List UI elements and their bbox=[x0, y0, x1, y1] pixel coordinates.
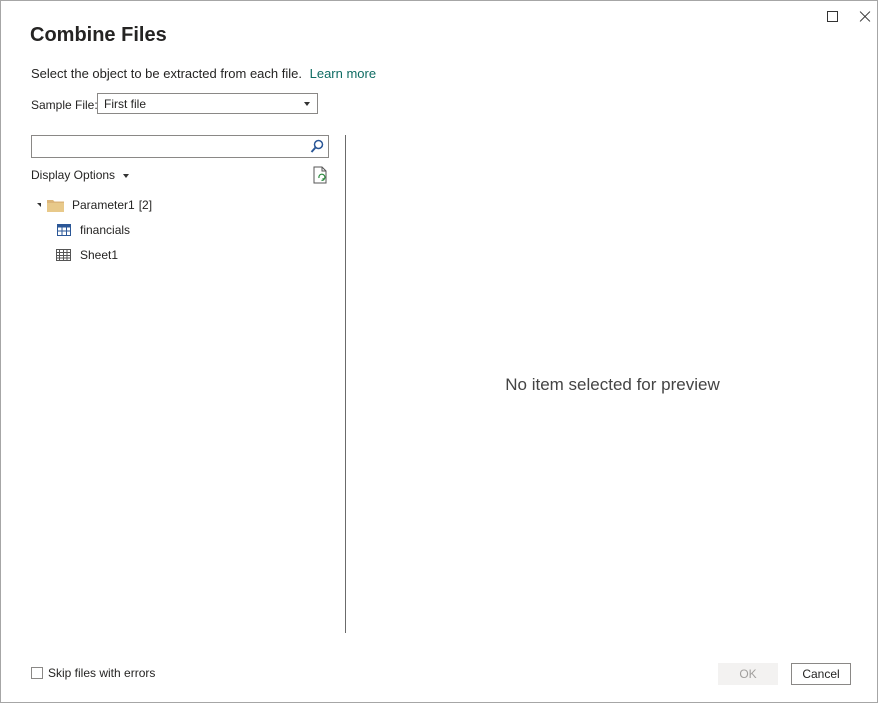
search-icon[interactable] bbox=[310, 139, 324, 154]
tree-item-count: [2] bbox=[138, 198, 153, 212]
skip-files-checkbox[interactable] bbox=[31, 667, 43, 679]
tree-item-label: Sheet1 bbox=[80, 248, 119, 262]
skip-files-label[interactable]: Skip files with errors bbox=[48, 666, 155, 680]
folder-icon bbox=[47, 199, 64, 212]
search-input[interactable] bbox=[31, 135, 329, 158]
expand-collapse-icon[interactable] bbox=[37, 203, 41, 207]
dialog-title: Combine Files bbox=[30, 24, 167, 46]
cancel-button[interactable]: Cancel bbox=[791, 663, 851, 685]
chevron-down-icon bbox=[304, 102, 310, 106]
tree-item-parameter1[interactable]: Parameter1 [2] bbox=[37, 198, 152, 212]
table-icon bbox=[57, 224, 71, 236]
tree-item-label: financials bbox=[80, 223, 131, 237]
sample-file-dropdown[interactable]: First file bbox=[97, 93, 318, 114]
display-options-menu[interactable]: Display Options bbox=[31, 168, 130, 182]
tree-item-financials[interactable]: financials bbox=[57, 223, 130, 237]
tree-item-sheet1[interactable]: Sheet1 bbox=[56, 248, 118, 262]
sample-file-value: First file bbox=[104, 97, 146, 111]
maximize-icon[interactable] bbox=[825, 9, 841, 25]
preview-message: No item selected for preview bbox=[505, 375, 720, 394]
close-icon[interactable] bbox=[857, 9, 873, 25]
refresh-icon[interactable] bbox=[312, 166, 329, 185]
learn-more-link[interactable]: Learn more bbox=[310, 66, 376, 81]
sheet-icon bbox=[56, 249, 71, 261]
combine-files-dialog: Combine Files Select the object to be ex… bbox=[0, 0, 878, 703]
tree-item-label: Parameter1 bbox=[72, 198, 135, 212]
sample-file-label: Sample File: bbox=[31, 98, 98, 112]
dialog-subtitle: Select the object to be extracted from e… bbox=[31, 66, 376, 81]
ok-button[interactable]: OK bbox=[718, 663, 778, 685]
subtitle-text: Select the object to be extracted from e… bbox=[31, 66, 302, 81]
display-options-label: Display Options bbox=[31, 168, 116, 182]
caret-down-icon bbox=[123, 173, 130, 178]
